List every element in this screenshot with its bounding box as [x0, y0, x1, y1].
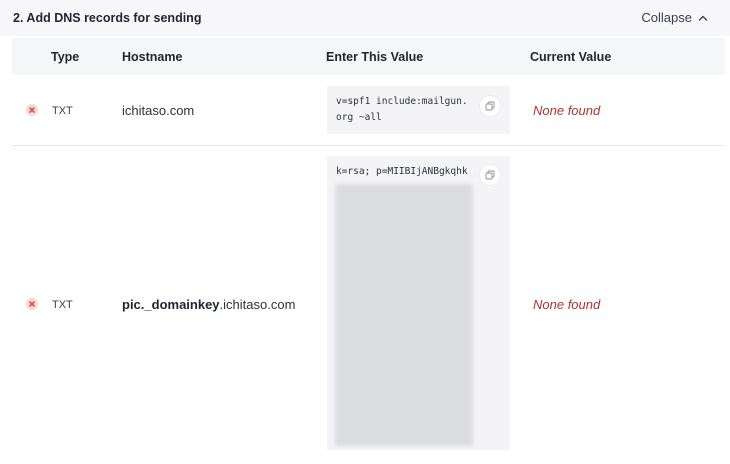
section-title: 2. Add DNS records for sending — [13, 11, 202, 25]
column-header-hostname: Hostname — [122, 50, 183, 64]
copy-button[interactable] — [480, 96, 500, 116]
value-box[interactable]: v=spf1 include:mailgun. org ~all — [327, 86, 510, 134]
value-line: v=spf1 include:mailgun. — [336, 96, 468, 107]
section-header: 2. Add DNS records for sending Collapse — [0, 0, 730, 36]
column-header-enter-value: Enter This Value — [326, 50, 424, 64]
x-error-icon — [26, 298, 38, 310]
hostname-domain: ichitaso.com — [122, 103, 195, 118]
value-line: k=rsa; p=MIIBIjANBgkqhk — [336, 166, 468, 177]
dns-records-panel: 2. Add DNS records for sending Collapse … — [0, 0, 730, 464]
hostname-domain: .ichitaso.com — [219, 297, 296, 312]
copy-button[interactable] — [480, 165, 500, 185]
chevron-up-icon — [698, 15, 708, 21]
hostname-prefix: pic._domainkey — [122, 297, 220, 312]
value-box[interactable]: k=rsa; p=MIIBIjANBgkqhk — [327, 156, 510, 450]
current-value: None found — [533, 297, 601, 312]
x-error-icon — [26, 104, 38, 116]
value-line: org ~all — [336, 112, 382, 123]
hostname: pic._domainkey.ichitaso.com — [122, 297, 295, 312]
row-divider — [12, 145, 725, 146]
column-header-type: Type — [51, 50, 80, 64]
column-header-current-value: Current Value — [530, 50, 612, 64]
record-type: TXT — [52, 299, 73, 311]
hostname: ichitaso.com — [122, 103, 194, 118]
copy-icon — [485, 170, 495, 180]
redacted-value-block — [335, 184, 473, 446]
collapse-label: Collapse — [641, 10, 692, 25]
current-value: None found — [533, 103, 601, 118]
collapse-button[interactable]: Collapse — [641, 10, 708, 25]
copy-icon — [485, 101, 495, 111]
table-header-row: Type Hostname Enter This Value Current V… — [12, 38, 725, 75]
record-type: TXT — [52, 105, 73, 117]
